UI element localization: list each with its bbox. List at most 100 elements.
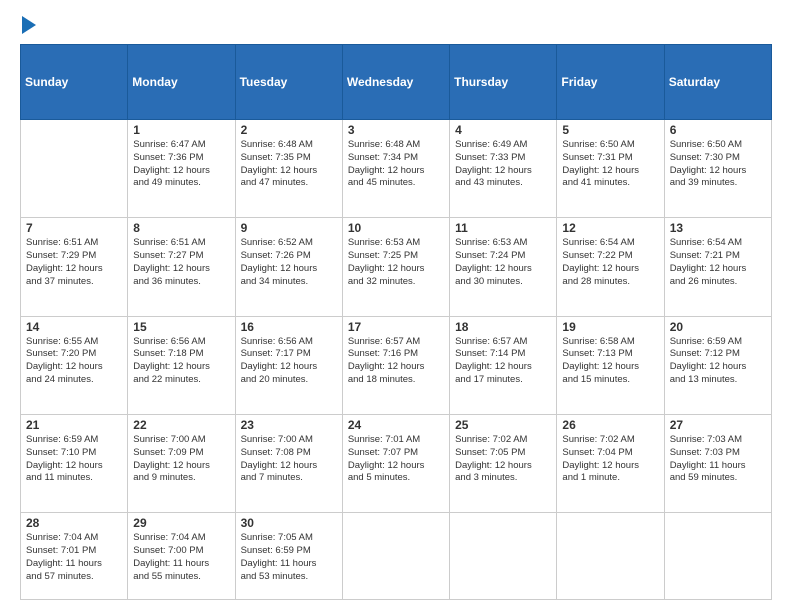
day-number: 30 (241, 516, 337, 530)
calendar-cell: 27 Sunrise: 7:03 AMSunset: 7:03 PMDayligh… (664, 414, 771, 512)
day-info: Sunrise: 7:00 AMSunset: 7:08 PMDaylight:… (241, 434, 337, 485)
calendar-cell (450, 513, 557, 600)
calendar-cell: 3 Sunrise: 6:48 AMSunset: 7:34 PMDaylight… (342, 120, 449, 218)
calendar-cell: 5Sunrise: 6:50 AMSunset: 7:31 PMDaylight… (557, 120, 664, 218)
calendar-cell: 4 Sunrise: 6:49 AMSunset: 7:33 PMDaylight… (450, 120, 557, 218)
day-info: Sunrise: 6:54 AMSunset: 7:21 PMDaylight:… (670, 237, 766, 288)
calendar-cell: 15 Sunrise: 6:56 AMSunset: 7:18 PMDayligh… (128, 316, 235, 414)
day-number: 16 (241, 320, 337, 334)
day-number: 4 (455, 123, 551, 137)
day-number: 29 (133, 516, 229, 530)
day-number: 21 (26, 418, 122, 432)
day-info: Sunrise: 6:48 AMSunset: 7:34 PMDaylight:… (348, 139, 444, 190)
day-number: 7 (26, 221, 122, 235)
day-info: Sunrise: 6:56 AMSunset: 7:17 PMDaylight:… (241, 336, 337, 387)
calendar-cell: 7 Sunrise: 6:51 AMSunset: 7:29 PMDaylight… (21, 218, 128, 316)
calendar-day-header: Sunday (21, 45, 128, 120)
calendar-cell: 29 Sunrise: 7:04 AMSunset: 7:00 PMDayligh… (128, 513, 235, 600)
day-number: 15 (133, 320, 229, 334)
calendar-cell: 23 Sunrise: 7:00 AMSunset: 7:08 PMDayligh… (235, 414, 342, 512)
calendar-cell (342, 513, 449, 600)
day-info: Sunrise: 7:03 AMSunset: 7:03 PMDaylight:… (670, 434, 766, 485)
day-number: 20 (670, 320, 766, 334)
day-info: Sunrise: 6:54 AMSunset: 7:22 PMDaylight:… (562, 237, 658, 288)
day-info: Sunrise: 7:05 AMSunset: 6:59 PMDaylight:… (241, 532, 337, 583)
day-info: Sunrise: 6:57 AMSunset: 7:16 PMDaylight:… (348, 336, 444, 387)
calendar-cell: 16 Sunrise: 6:56 AMSunset: 7:17 PMDayligh… (235, 316, 342, 414)
day-number: 8 (133, 221, 229, 235)
calendar-cell (557, 513, 664, 600)
calendar-day-header: Thursday (450, 45, 557, 120)
day-number: 18 (455, 320, 551, 334)
day-number: 26 (562, 418, 658, 432)
calendar-cell: 1 Sunrise: 6:47 AMSunset: 7:36 PMDaylight… (128, 120, 235, 218)
day-info: Sunrise: 6:56 AMSunset: 7:18 PMDaylight:… (133, 336, 229, 387)
day-info: Sunrise: 7:02 AMSunset: 7:05 PMDaylight:… (455, 434, 551, 485)
day-number: 24 (348, 418, 444, 432)
calendar-cell: 18Sunrise: 6:57 AMSunset: 7:14 PMDayligh… (450, 316, 557, 414)
day-number: 14 (26, 320, 122, 334)
calendar-day-header: Friday (557, 45, 664, 120)
day-info: Sunrise: 6:51 AMSunset: 7:27 PMDaylight:… (133, 237, 229, 288)
day-info: Sunrise: 6:50 AMSunset: 7:30 PMDaylight:… (670, 139, 766, 190)
day-number: 9 (241, 221, 337, 235)
day-number: 11 (455, 221, 551, 235)
calendar-cell: 26 Sunrise: 7:02 AMSunset: 7:04 PMDayligh… (557, 414, 664, 512)
day-number: 6 (670, 123, 766, 137)
day-info: Sunrise: 7:04 AMSunset: 7:00 PMDaylight:… (133, 532, 229, 583)
calendar-cell: 8 Sunrise: 6:51 AMSunset: 7:27 PMDaylight… (128, 218, 235, 316)
day-info: Sunrise: 7:01 AMSunset: 7:07 PMDaylight:… (348, 434, 444, 485)
day-number: 2 (241, 123, 337, 137)
calendar-cell: 25 Sunrise: 7:02 AMSunset: 7:05 PMDayligh… (450, 414, 557, 512)
calendar-day-header: Saturday (664, 45, 771, 120)
calendar-cell: 28 Sunrise: 7:04 AMSunset: 7:01 PMDayligh… (21, 513, 128, 600)
day-info: Sunrise: 6:55 AMSunset: 7:20 PMDaylight:… (26, 336, 122, 387)
calendar-cell: 30 Sunrise: 7:05 AMSunset: 6:59 PMDayligh… (235, 513, 342, 600)
day-info: Sunrise: 7:02 AMSunset: 7:04 PMDaylight:… (562, 434, 658, 485)
day-info: Sunrise: 6:48 AMSunset: 7:35 PMDaylight:… (241, 139, 337, 190)
calendar-cell: 6 Sunrise: 6:50 AMSunset: 7:30 PMDaylight… (664, 120, 771, 218)
day-number: 13 (670, 221, 766, 235)
calendar-cell: 24 Sunrise: 7:01 AMSunset: 7:07 PMDayligh… (342, 414, 449, 512)
day-number: 5 (562, 123, 658, 137)
calendar-table: SundayMondayTuesdayWednesdayThursdayFrid… (20, 44, 772, 600)
calendar-day-header: Tuesday (235, 45, 342, 120)
calendar-cell: 2 Sunrise: 6:48 AMSunset: 7:35 PMDaylight… (235, 120, 342, 218)
day-info: Sunrise: 7:00 AMSunset: 7:09 PMDaylight:… (133, 434, 229, 485)
logo-arrow-icon (22, 16, 36, 34)
calendar-day-header: Monday (128, 45, 235, 120)
calendar-cell: 21 Sunrise: 6:59 AMSunset: 7:10 PMDayligh… (21, 414, 128, 512)
day-number: 10 (348, 221, 444, 235)
calendar-cell: 14 Sunrise: 6:55 AMSunset: 7:20 PMDayligh… (21, 316, 128, 414)
day-info: Sunrise: 6:51 AMSunset: 7:29 PMDaylight:… (26, 237, 122, 288)
day-info: Sunrise: 6:59 AMSunset: 7:12 PMDaylight:… (670, 336, 766, 387)
calendar-cell: 10 Sunrise: 6:53 AMSunset: 7:25 PMDayligh… (342, 218, 449, 316)
day-number: 25 (455, 418, 551, 432)
day-number: 12 (562, 221, 658, 235)
day-info: Sunrise: 6:59 AMSunset: 7:10 PMDaylight:… (26, 434, 122, 485)
header (20, 18, 772, 34)
calendar-cell (21, 120, 128, 218)
calendar-day-header: Wednesday (342, 45, 449, 120)
calendar-cell: 9Sunrise: 6:52 AMSunset: 7:26 PMDaylight… (235, 218, 342, 316)
day-number: 22 (133, 418, 229, 432)
day-info: Sunrise: 6:53 AMSunset: 7:25 PMDaylight:… (348, 237, 444, 288)
day-number: 23 (241, 418, 337, 432)
calendar-cell (664, 513, 771, 600)
day-number: 27 (670, 418, 766, 432)
day-info: Sunrise: 6:49 AMSunset: 7:33 PMDaylight:… (455, 139, 551, 190)
calendar-cell: 17 Sunrise: 6:57 AMSunset: 7:16 PMDayligh… (342, 316, 449, 414)
day-info: Sunrise: 7:04 AMSunset: 7:01 PMDaylight:… (26, 532, 122, 583)
calendar-cell: 22 Sunrise: 7:00 AMSunset: 7:09 PMDayligh… (128, 414, 235, 512)
calendar-cell: 20 Sunrise: 6:59 AMSunset: 7:12 PMDayligh… (664, 316, 771, 414)
day-number: 19 (562, 320, 658, 334)
day-number: 3 (348, 123, 444, 137)
day-number: 28 (26, 516, 122, 530)
calendar-cell: 12 Sunrise: 6:54 AMSunset: 7:22 PMDayligh… (557, 218, 664, 316)
day-number: 17 (348, 320, 444, 334)
logo (20, 18, 36, 34)
day-info: Sunrise: 6:58 AMSunset: 7:13 PMDaylight:… (562, 336, 658, 387)
day-number: 1 (133, 123, 229, 137)
calendar-cell: 13 Sunrise: 6:54 AMSunset: 7:21 PMDayligh… (664, 218, 771, 316)
day-info: Sunrise: 6:47 AMSunset: 7:36 PMDaylight:… (133, 139, 229, 190)
